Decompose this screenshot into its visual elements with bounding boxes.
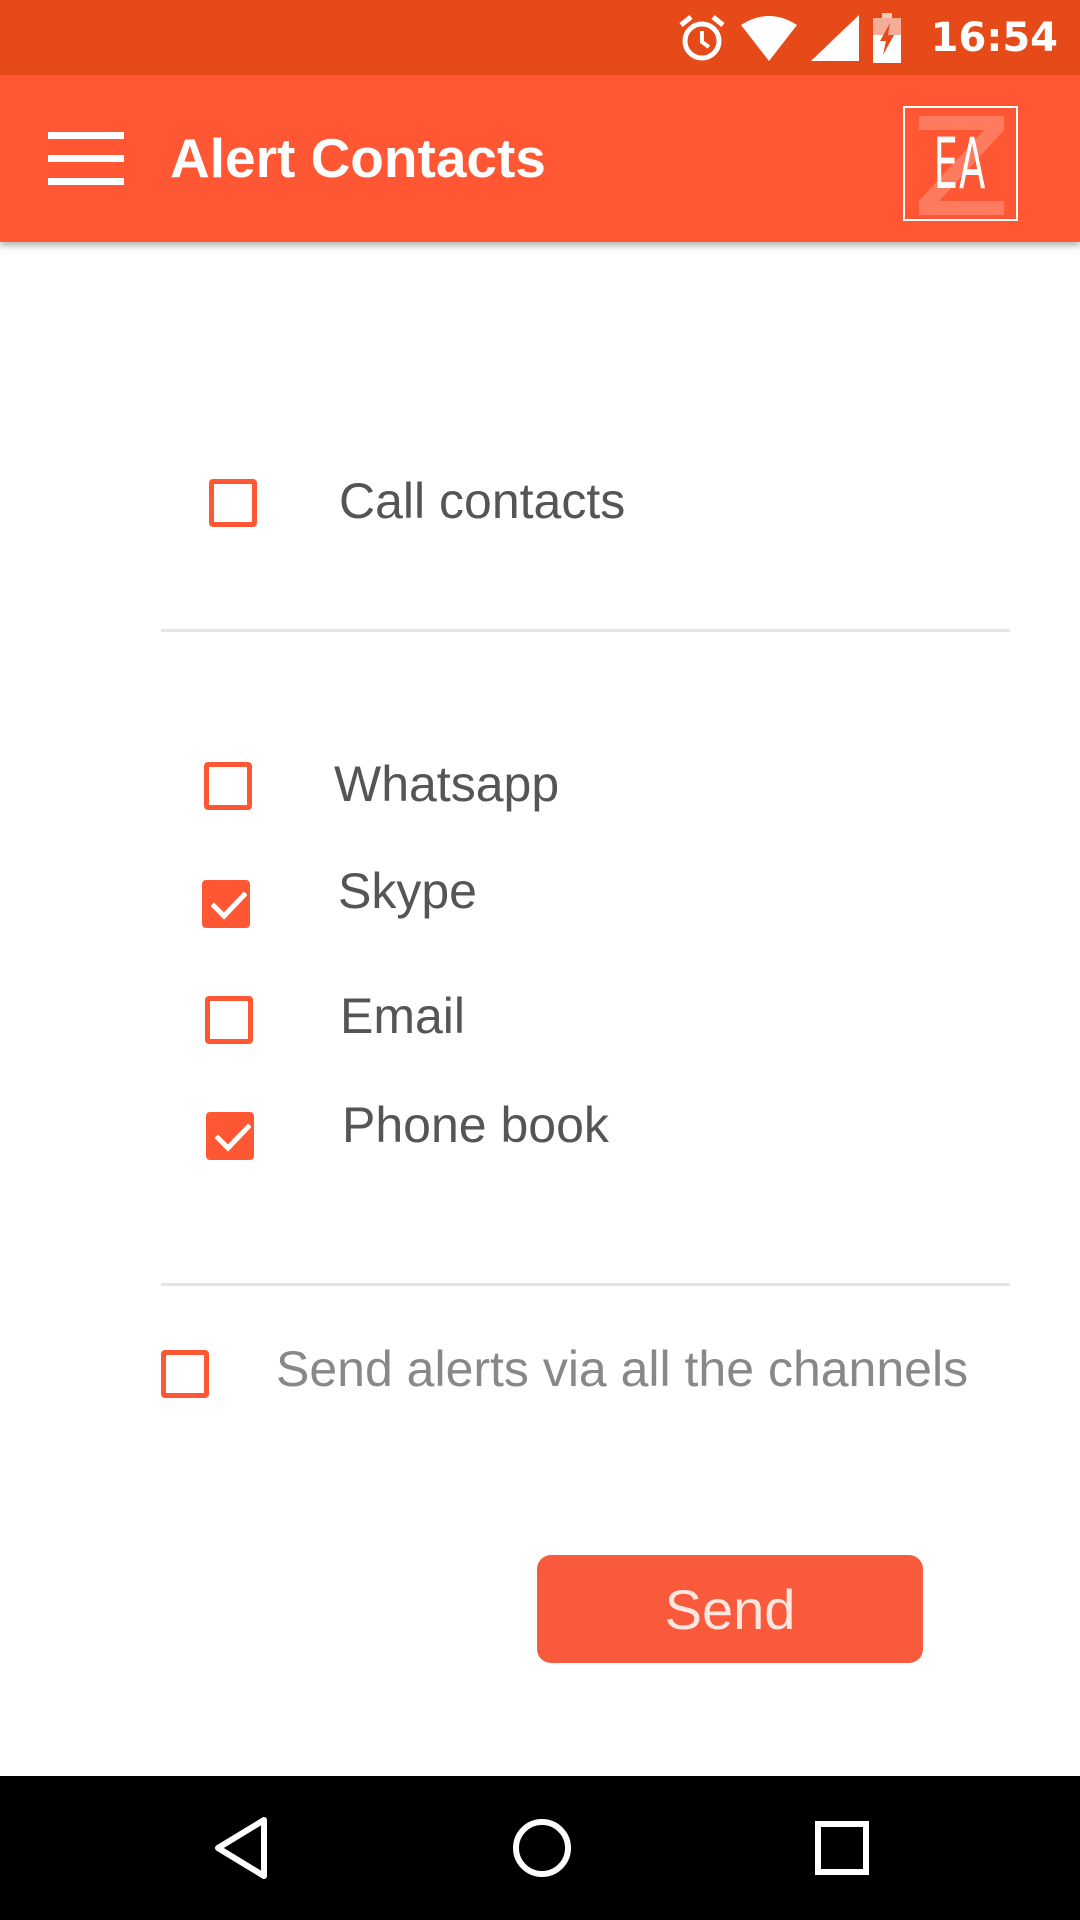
wifi-icon <box>740 15 797 61</box>
logo-text: EA <box>934 122 987 205</box>
divider <box>161 629 1010 632</box>
app-logo: EA <box>903 106 1018 221</box>
recents-icon <box>815 1821 869 1875</box>
battery-charging-icon <box>872 12 901 63</box>
menu-button[interactable] <box>26 111 146 207</box>
call-contacts-checkbox[interactable] <box>209 479 257 527</box>
recents-button[interactable] <box>792 1798 892 1898</box>
status-bar: 16:54 <box>0 0 1080 75</box>
whatsapp-checkbox[interactable] <box>204 762 252 810</box>
home-button[interactable] <box>492 1798 592 1898</box>
alert-options: Call contacts Whatsapp Skype Email Phone… <box>0 242 1080 1776</box>
checkmark-icon <box>215 1123 251 1152</box>
email-checkbox[interactable] <box>205 996 253 1044</box>
back-button[interactable] <box>192 1798 292 1898</box>
all-channels-checkbox[interactable] <box>161 1350 209 1398</box>
signal-icon <box>810 14 859 61</box>
back-icon <box>215 1817 267 1879</box>
checkmark-icon <box>211 891 247 920</box>
hamburger-menu-icon <box>48 132 124 186</box>
skype-label: Skype <box>338 863 477 919</box>
page-title: Alert Contacts <box>170 127 546 189</box>
email-label: Email <box>340 988 466 1044</box>
home-icon <box>513 1819 571 1877</box>
divider <box>161 1283 1010 1286</box>
navigation-bar <box>0 1776 1080 1920</box>
screen: 16:54 Alert Contacts EA Call contacts Wh… <box>0 0 1080 1920</box>
skype-checkbox[interactable] <box>202 880 250 928</box>
phone-book-label: Phone book <box>342 1097 609 1153</box>
all-channels-label: Send alerts via all the channels <box>276 1341 969 1397</box>
phone-book-checkbox[interactable] <box>206 1112 254 1160</box>
app-bar: Alert Contacts EA <box>0 75 1080 242</box>
alarm-icon <box>677 13 727 63</box>
send-button[interactable]: Send <box>537 1555 923 1663</box>
whatsapp-label: Whatsapp <box>334 756 560 812</box>
status-icons: 16:54 <box>677 0 1058 75</box>
call-contacts-label: Call contacts <box>339 473 626 529</box>
status-time: 16:54 <box>930 14 1058 61</box>
